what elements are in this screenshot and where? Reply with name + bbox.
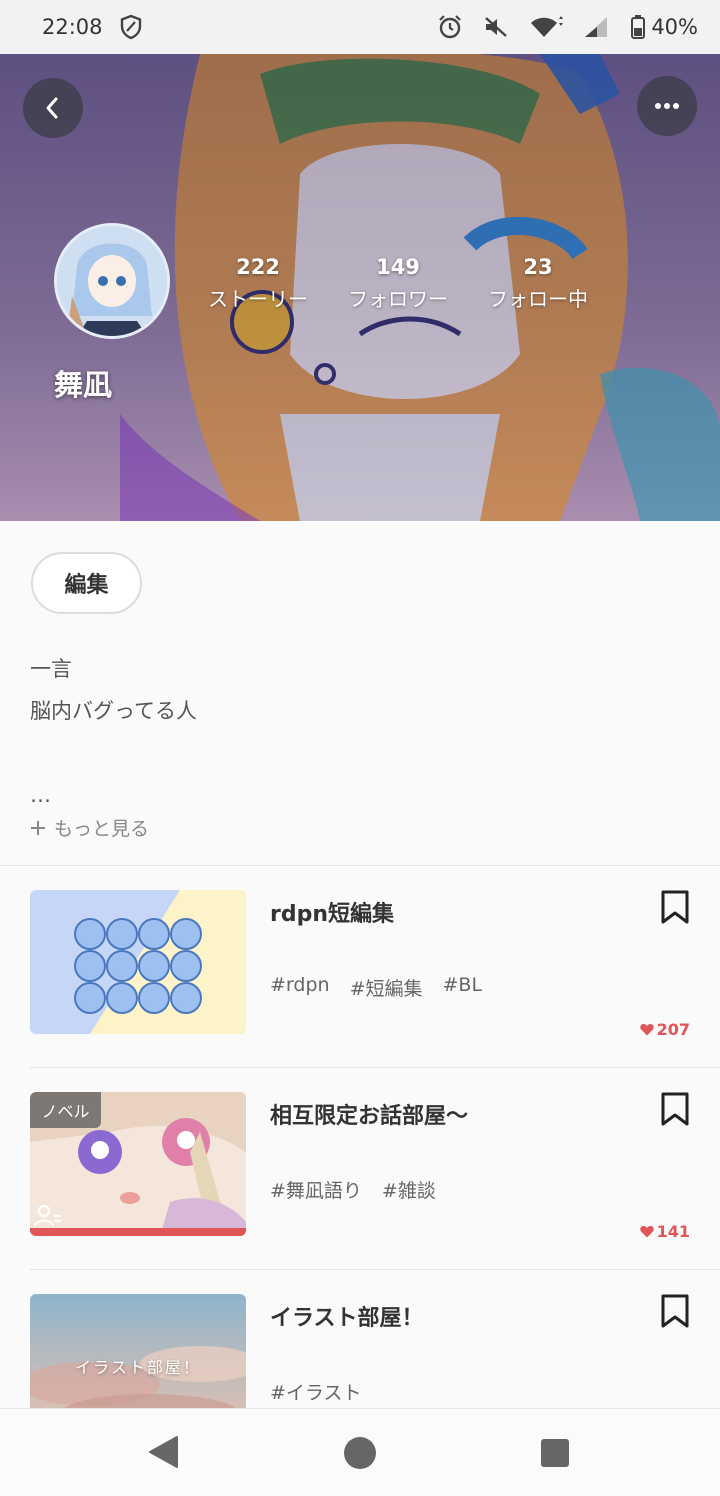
battery-percent: 40%	[651, 15, 698, 39]
back-button[interactable]	[23, 78, 83, 138]
nav-home-button[interactable]	[343, 1436, 377, 1474]
signal-icon	[583, 15, 611, 39]
bio-line: 脳内バグってる人	[30, 699, 197, 723]
circle-home-icon	[344, 1437, 376, 1469]
edit-profile-button[interactable]: 編集	[31, 552, 142, 614]
bookmark-icon	[661, 890, 689, 924]
story-thumbnail[interactable]	[30, 890, 246, 1034]
story-title[interactable]: rdpn短編集	[270, 896, 394, 928]
nav-back-button[interactable]	[147, 1435, 179, 1473]
bio-ellipsis: …	[30, 783, 51, 807]
story-thumbnail-image	[30, 890, 246, 1034]
stat-stories[interactable]: 222 ストーリー	[203, 255, 313, 313]
battery: 40%	[631, 15, 698, 39]
story-likes: 207	[639, 1020, 690, 1039]
story-title[interactable]: 相互限定お話部屋〜	[270, 1098, 468, 1130]
stat-followers-label: フォロワー	[348, 287, 448, 311]
story-item[interactable]: ノベル 相互限定お話部屋〜 #舞凪語り #雑談 141	[0, 1068, 720, 1270]
shield-icon	[119, 14, 143, 40]
profile-bio: 一言 脳内バグってる人 …	[30, 648, 197, 816]
heart-icon	[639, 1024, 654, 1036]
story-tag[interactable]: #イラスト	[270, 1378, 362, 1405]
story-title[interactable]: イラスト部屋！	[270, 1300, 424, 1332]
story-thumbnail[interactable]: ノベル	[30, 1092, 246, 1236]
nav-recents-button[interactable]	[540, 1438, 570, 1472]
stat-following-count: 23	[523, 255, 553, 279]
story-item[interactable]: rdpn短編集 #rdpn #短編集 #BL 207	[0, 866, 720, 1068]
progress-bar	[30, 1228, 246, 1236]
chevron-left-icon	[46, 97, 58, 119]
avatar-image	[57, 226, 167, 336]
show-more-link[interactable]: もっと見る	[30, 814, 149, 841]
battery-icon	[631, 15, 646, 39]
alarm-icon	[437, 14, 463, 40]
triangle-back-icon	[149, 1436, 178, 1468]
profile-header: 222 ストーリー 149 フォロワー 23 フォロー中 舞凪	[0, 54, 720, 521]
plus-icon	[31, 820, 45, 835]
story-tag[interactable]: #rdpn	[270, 974, 330, 1001]
status-bar: 22:08 40%	[0, 0, 720, 54]
bio-line: 一言	[30, 657, 72, 681]
story-tag[interactable]: #短編集	[350, 974, 423, 1001]
profile-page: 22:08 40% 222 ストーリー 149 フォロワー 23 フォロー中 舞…	[0, 0, 720, 1496]
stat-following[interactable]: 23 フォロー中	[482, 255, 594, 313]
mute-icon	[483, 15, 509, 39]
bookmark-button[interactable]	[660, 1294, 690, 1332]
story-tag[interactable]: #BL	[442, 974, 482, 1001]
story-tags: #rdpn #短編集 #BL	[270, 974, 482, 1001]
story-type-badge: ノベル	[30, 1092, 101, 1128]
show-more-label: もっと見る	[54, 818, 150, 840]
bookmark-icon	[661, 1294, 689, 1328]
stat-stories-count: 222	[236, 255, 280, 279]
status-time: 22:08	[42, 15, 103, 39]
story-likes: 141	[639, 1222, 690, 1241]
more-horizontal-icon	[655, 103, 679, 109]
stat-followers[interactable]: 149 フォロワー	[342, 255, 454, 313]
more-options-button[interactable]	[637, 76, 697, 136]
stat-followers-count: 149	[376, 255, 420, 279]
wifi-icon	[529, 15, 564, 39]
bookmark-button[interactable]	[660, 1092, 690, 1130]
profile-name: 舞凪	[54, 368, 113, 402]
avatar[interactable]	[54, 223, 170, 339]
story-likes-count: 141	[656, 1222, 690, 1241]
system-navigation-bar	[0, 1408, 720, 1496]
story-tags: #イラスト	[270, 1378, 362, 1405]
thumbnail-caption: イラスト部屋！	[75, 1358, 201, 1377]
bookmark-icon	[661, 1092, 689, 1126]
square-recents-icon	[541, 1439, 569, 1467]
bookmark-button[interactable]	[660, 890, 690, 928]
story-tags: #舞凪語り #雑談	[270, 1176, 436, 1203]
story-tag[interactable]: #舞凪語り	[270, 1176, 362, 1203]
story-likes-count: 207	[656, 1020, 690, 1039]
stat-stories-label: ストーリー	[208, 287, 308, 311]
story-tag[interactable]: #雑談	[382, 1176, 436, 1203]
stat-following-label: フォロー中	[488, 287, 588, 311]
heart-icon	[639, 1226, 654, 1238]
